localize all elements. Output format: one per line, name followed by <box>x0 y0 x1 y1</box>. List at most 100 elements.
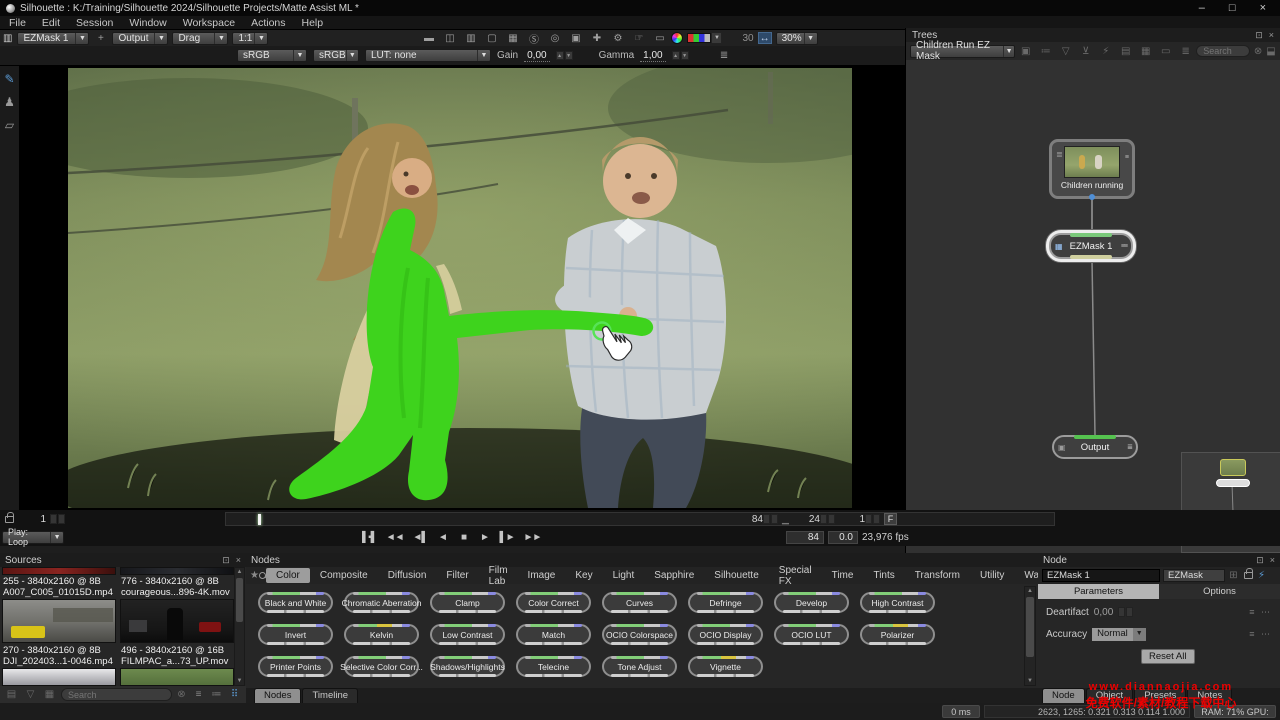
favorites-star-icon[interactable]: ★ <box>250 570 259 581</box>
tab-composite[interactable]: Composite <box>310 568 378 583</box>
timeline-start-value[interactable]: 1 <box>20 514 50 525</box>
nodes-scrollbar[interactable]: ▲ ▼ <box>1024 586 1036 686</box>
tab-film-lab[interactable]: Film Lab <box>479 563 518 589</box>
thumbnail-view-icon[interactable]: ⠿ <box>227 689 242 700</box>
draw-stroke-tool-icon[interactable]: ✎ <box>4 72 14 86</box>
close-panel-icon[interactable]: × <box>236 555 241 566</box>
node-button-printer-points[interactable]: Printer Points <box>258 656 333 677</box>
node-button-invert[interactable]: Invert <box>258 624 333 645</box>
menu-file[interactable]: File <box>2 17 33 29</box>
tab-tints[interactable]: Tints <box>863 568 904 583</box>
footer-tab-object[interactable]: Object <box>1086 688 1133 703</box>
source-thumbnail[interactable] <box>120 567 234 575</box>
close-button[interactable]: × <box>1260 2 1266 14</box>
tab-color[interactable]: Color <box>266 568 310 583</box>
gain-stepper[interactable]: ▲▼ <box>556 51 573 60</box>
start-stepper[interactable] <box>50 514 65 524</box>
node-button-curves[interactable]: Curves <box>602 592 677 613</box>
tab-time[interactable]: Time <box>822 568 864 583</box>
float-panel-icon[interactable]: ⊡ <box>1255 30 1263 41</box>
add-icon[interactable]: ⊞ <box>1228 570 1239 581</box>
menu-workspace[interactable]: Workspace <box>176 17 242 29</box>
node-button-vignette[interactable]: Vignette <box>688 656 763 677</box>
close-panel-icon[interactable]: × <box>1269 30 1274 41</box>
tab-parameters[interactable]: Parameters <box>1038 584 1159 599</box>
sources-scrollbar[interactable]: ▲ ▼ <box>234 567 245 686</box>
lock-icon[interactable] <box>5 516 14 523</box>
node-button-low-contrast[interactable]: Low Contrast <box>430 624 505 645</box>
source-node-children-running[interactable]: ≣ ≡ Children running <box>1049 139 1135 199</box>
person-matte-tool-icon[interactable]: ♟ <box>4 95 15 109</box>
compare-icon[interactable]: ≣ <box>717 50 732 61</box>
region-icon[interactable]: ▣ <box>568 33 583 44</box>
overlay-icon[interactable]: ▭ <box>652 33 667 44</box>
viewer-image[interactable] <box>68 68 852 508</box>
current-frame-value[interactable]: 84 <box>786 531 824 544</box>
viewer-zoom-dropdown[interactable]: 30%▼ <box>776 32 818 45</box>
node-button-tone-adjust[interactable]: Tone Adjust <box>602 656 677 677</box>
node-button-match[interactable]: Match <box>516 624 591 645</box>
tab-diffusion[interactable]: Diffusion <box>378 568 437 583</box>
stop-button[interactable]: ■ <box>458 532 470 543</box>
save-tree-icon[interactable]: ▦ <box>1138 46 1153 57</box>
tab-image[interactable]: Image <box>518 568 566 583</box>
display-colorspace-dropdown[interactable]: sRGB▼ <box>313 49 359 62</box>
node-button-telecine[interactable]: Telecine <box>516 656 591 677</box>
tree-selector-dropdown[interactable]: Children Run EZ Mask▼ <box>910 45 1015 58</box>
node-button-defringe[interactable]: Defringe <box>688 592 763 613</box>
node-button-black-and-white[interactable]: Black and White <box>258 592 333 613</box>
footer-tab-nodes[interactable]: Nodes <box>254 688 301 703</box>
speed-value[interactable]: 0.0 <box>828 531 858 544</box>
work-range-value[interactable]: 24 <box>796 514 820 525</box>
step-back-button[interactable]: ◄ <box>437 532 449 543</box>
tab-sapphire[interactable]: Sapphire <box>644 568 704 583</box>
work-stepper[interactable] <box>820 514 835 524</box>
channel-display-dropdown[interactable]: ▼ <box>687 32 722 44</box>
tab-special-fx[interactable]: Special FX <box>769 563 822 589</box>
sources-search-input[interactable] <box>61 688 172 701</box>
tab-filter[interactable]: Filter <box>436 568 478 583</box>
clear-search-icon[interactable]: ⊗ <box>176 689 187 700</box>
param-options-icons[interactable]: ≡ ⋯ <box>1249 629 1272 640</box>
float-panel-icon[interactable]: ⊡ <box>222 555 230 566</box>
node-button-clamp[interactable]: Clamp <box>430 592 505 613</box>
node-button-polarizer[interactable]: Polarizer <box>860 624 935 645</box>
step-value[interactable]: 1 <box>849 514 865 525</box>
ezmask-node[interactable]: ▦ EZMask 1 ≡≡ <box>1049 233 1133 259</box>
reset-all-button[interactable]: Reset All <box>1141 649 1195 664</box>
menu-edit[interactable]: Edit <box>35 17 67 29</box>
node-button-shadows-highlights[interactable]: Shadows/Highlights <box>430 656 505 677</box>
node-button-selective-color-corr[interactable]: Selective Color Corr... <box>344 656 419 677</box>
node-selector-dropdown[interactable]: EZMask 1▼ <box>17 32 89 45</box>
zoom-tool-icon[interactable]: ◎ <box>547 33 562 44</box>
proxy-grid-icon[interactable]: ▦ <box>505 33 520 44</box>
deartifact-stepper[interactable] <box>1118 607 1133 617</box>
output-node[interactable]: ▣ Output ≣ <box>1052 435 1138 459</box>
lock-icon[interactable] <box>1244 572 1253 579</box>
source-thumbnail[interactable] <box>2 567 116 575</box>
fields-toggle-button[interactable]: F <box>884 513 897 525</box>
footer-tab-presets[interactable]: Presets <box>1134 688 1186 703</box>
frame-node-icon[interactable]: ▣ <box>1018 46 1033 57</box>
zebra-stripes-icon[interactable]: ▥ <box>463 33 478 44</box>
close-panel-icon[interactable]: × <box>1270 555 1275 566</box>
trees-search-input[interactable] <box>1196 45 1250 57</box>
gamma-stepper[interactable]: ▲▼ <box>672 51 689 60</box>
step-stepper[interactable] <box>865 514 880 524</box>
node-name-field[interactable]: EZMask 1 <box>1042 569 1160 582</box>
range-end-value[interactable]: 84 <box>735 514 763 525</box>
snapshot-camera-icon[interactable]: ◫ <box>442 33 457 44</box>
tab-utility[interactable]: Utility <box>970 568 1014 583</box>
import-node-icon[interactable]: ⊻ <box>1078 46 1093 57</box>
accuracy-dropdown[interactable]: Normal ▼ <box>1092 628 1146 641</box>
clear-search-icon[interactable]: ⊗ <box>1253 46 1263 57</box>
source-thumbnail[interactable] <box>2 668 116 686</box>
trees-search-field[interactable] <box>1203 46 1243 56</box>
tab-silhouette[interactable]: Silhouette <box>704 568 768 583</box>
eraser-tool-icon[interactable]: ▱ <box>5 118 14 132</box>
node-output-port[interactable] <box>1089 194 1095 200</box>
tab-key[interactable]: Key <box>565 568 602 583</box>
detail-view-icon[interactable]: ≔ <box>209 689 224 700</box>
list-view-icon[interactable]: ≣ <box>1178 46 1193 57</box>
frame-increment-value[interactable]: 30 <box>742 33 753 44</box>
